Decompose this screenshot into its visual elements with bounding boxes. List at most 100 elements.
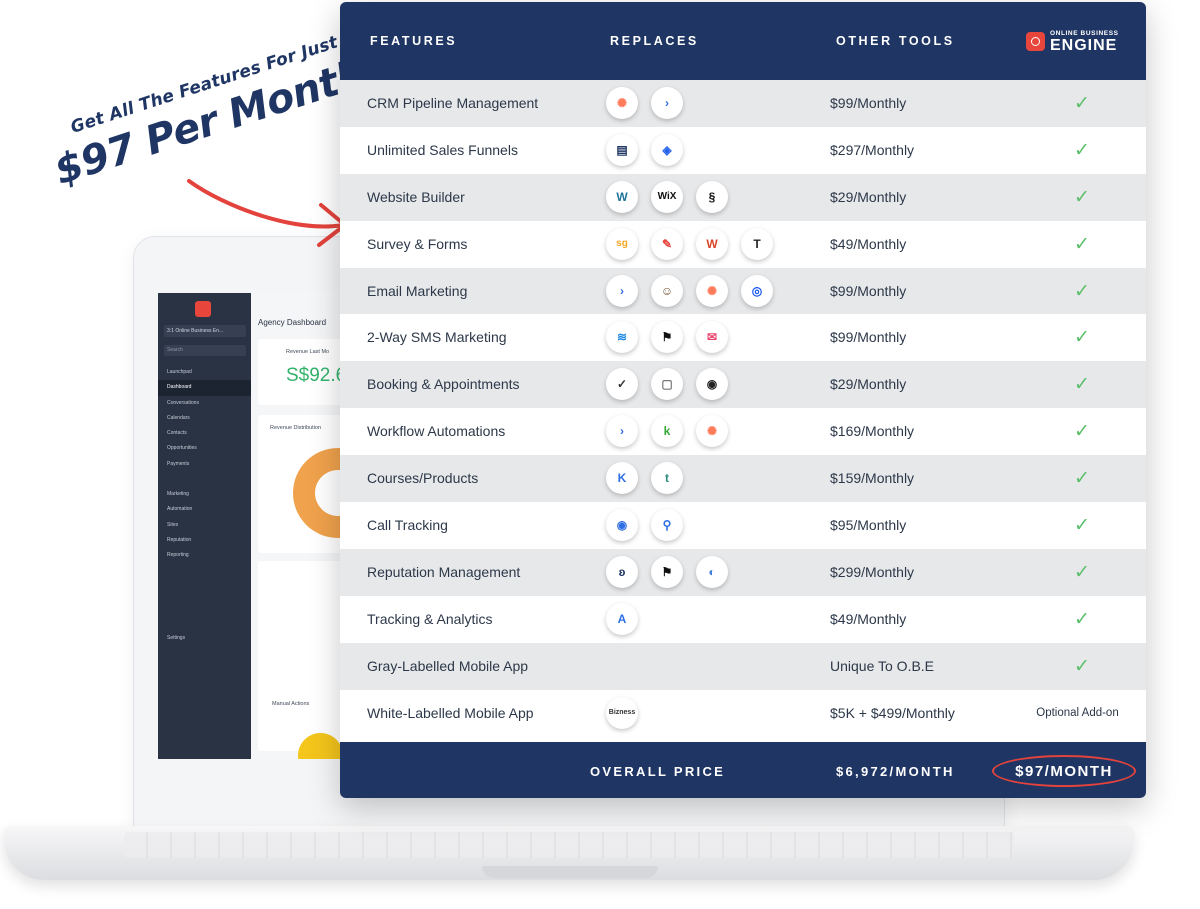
header-features: FEATURES xyxy=(370,34,458,48)
sidebar-item-opportunities[interactable]: Opportunities xyxy=(158,441,251,456)
check-icon: ✓ xyxy=(1074,421,1090,443)
table-row: Website Builder W WiX § $29/Monthly ✓ xyxy=(340,173,1146,221)
check-icon: ✓ xyxy=(1074,468,1090,490)
pen-icon: ✎ xyxy=(651,227,683,260)
other-tools-price: $49/Monthly xyxy=(830,235,907,252)
table-body: CRM Pipeline Management ✺ › $99/Monthly ✓ Unl… xyxy=(340,80,1146,737)
replaced-tools: ≋ ⚑ ✉ xyxy=(606,321,728,354)
table-header: FEATURES REPLACES OTHER TOOLS ONLINE BUS… xyxy=(340,2,1146,80)
table-row: Gray-Labelled Mobile App Unique To O.B.E ✓ xyxy=(340,642,1146,690)
revenue-label: Revenue Last Mo xyxy=(286,349,330,355)
manual-actions-label: Manual Actions xyxy=(272,701,310,707)
sidebar-item-sites[interactable]: Sites xyxy=(158,518,251,533)
sidebar-item-calendars[interactable]: Calendars xyxy=(158,411,251,426)
check-icon: ✓ xyxy=(1074,655,1090,677)
other-tools-price: $99/Monthly xyxy=(830,282,907,299)
sidebar-item-launchpad[interactable]: Launchpad xyxy=(158,365,251,380)
flag-icon: ⚑ xyxy=(651,555,683,588)
table-row: Workflow Automations › k ✺ $169/Monthly ✓ xyxy=(340,408,1146,456)
laptop-base xyxy=(4,826,1134,880)
table-row: Survey & Forms sg ✎ W T $49/Monthly ✓ xyxy=(340,220,1146,268)
table-row: White-Labelled Mobile App Bizness $5K + $4… xyxy=(340,689,1146,737)
squarespace-icon: § xyxy=(696,180,728,213)
other-tools-price: $29/Monthly xyxy=(830,376,907,393)
check-icon: ✓ xyxy=(1074,186,1090,208)
replaced-tools: ◉ ⚲ xyxy=(606,509,683,542)
replaced-tools: ✓ ▢ ◉ xyxy=(606,368,728,401)
sidebar-item-settings[interactable]: Settings xyxy=(167,635,185,641)
obe-price: $97/MONTH xyxy=(1015,763,1113,780)
location-pin-icon: ⚲ xyxy=(651,509,683,542)
other-tools-price: $5K + $499/Monthly xyxy=(830,704,955,721)
brand-small-text: ONLINE BUSINESS xyxy=(1050,30,1119,37)
activecampaign-icon: › xyxy=(606,274,638,307)
activecampaign-icon: › xyxy=(651,87,683,119)
check-icon: ✓ xyxy=(1074,374,1090,396)
waves-icon: ≋ xyxy=(606,321,638,354)
check-icon: ✓ xyxy=(1074,280,1090,302)
replaced-tools: Kt xyxy=(606,462,683,495)
sidebar-search-input[interactable]: Search xyxy=(164,345,246,356)
check-icon: ✓ xyxy=(1074,561,1090,583)
sidebar-item-reporting[interactable]: Reporting xyxy=(158,548,251,563)
other-tools-price: $95/Monthly xyxy=(830,517,907,534)
constantcontact-icon: ◎ xyxy=(741,274,773,307)
check-icon: ✓ xyxy=(1074,233,1090,255)
mailchimp-icon: ☺ xyxy=(651,274,683,307)
check-icon: ✓ xyxy=(1074,139,1090,161)
feature-name: Reputation Management xyxy=(367,563,521,580)
replaced-tools: ʚ ⚑ ◐ xyxy=(606,555,728,589)
feature-name: Booking & Appointments xyxy=(367,376,520,393)
hubspot-icon: ✺ xyxy=(606,87,638,119)
app-logo xyxy=(195,301,211,317)
feature-name: 2-Way SMS Marketing xyxy=(367,329,507,346)
replaced-tools: sg ✎ W T xyxy=(606,227,773,261)
sidebar-item-marketing[interactable]: Marketing xyxy=(158,487,251,502)
laptop-notch xyxy=(482,866,658,878)
sidebar-item-conversations[interactable]: Conversations xyxy=(158,396,251,411)
obe-price-circled: $97/MONTH xyxy=(992,755,1136,787)
table-row: Courses/Products Kt $159/Monthly ✓ xyxy=(340,455,1146,503)
feature-name: CRM Pipeline Management xyxy=(367,95,539,111)
replaced-tools: › k ✺ xyxy=(606,415,728,448)
activecampaign-icon: › xyxy=(606,415,638,448)
check-icon: ✓ xyxy=(1074,327,1090,349)
birdeye-icon: ʚ xyxy=(606,555,638,588)
swirl-icon: ◐ xyxy=(696,555,728,588)
table-row: Email Marketing › ☺ ✺ ◎ $99/Monthly ✓ xyxy=(340,267,1146,315)
sidebar-item-contacts[interactable]: Contacts xyxy=(158,426,251,441)
sidebar-item-automation[interactable]: Automation xyxy=(158,502,251,517)
sidebar-item-payments[interactable]: Payments xyxy=(158,457,251,472)
table-row: Reputation Management ʚ ⚑ ◐ $299/Monthly ✓ xyxy=(340,548,1146,596)
feature-name: Email Marketing xyxy=(367,282,468,299)
table-row: Call Tracking ◉ ⚲ $95/Monthly ✓ xyxy=(340,502,1146,549)
sidebar-item-dashboard[interactable]: Dashboard xyxy=(158,380,251,396)
dashboard-title: Agency Dashboard xyxy=(258,318,327,327)
overall-price-label: OVERALL PRICE xyxy=(590,764,726,779)
table-row: Tracking & Analytics A $49/Monthly ✓ xyxy=(340,595,1146,643)
other-tools-price: $99/Monthly xyxy=(830,329,907,346)
other-tools-price: $29/Monthly xyxy=(830,188,907,205)
flag-icon: ⚑ xyxy=(651,321,683,354)
feature-name: Gray-Labelled Mobile App xyxy=(367,657,529,674)
calendar-icon: ▢ xyxy=(651,368,683,401)
replaced-tools: Bizness xyxy=(606,696,638,730)
feature-name: Courses/Products xyxy=(367,470,479,487)
feature-name: Call Tracking xyxy=(367,517,448,534)
table-row: Unlimited Sales Funnels ▤ ◈ $297/Monthly ✓ xyxy=(340,126,1146,174)
replaced-tools: ▤ ◈ xyxy=(606,133,683,167)
account-switcher[interactable]: 3:1 Online Business En... xyxy=(164,325,246,337)
clickfunnels-icon: ▤ xyxy=(606,133,638,166)
analytics-icon: A xyxy=(606,602,638,635)
callrail-icon: ◉ xyxy=(606,509,638,542)
layers-icon: ◈ xyxy=(651,133,683,166)
other-tools-price: $159/Monthly xyxy=(830,470,915,487)
header-replaces: REPLACES xyxy=(610,34,699,48)
comparison-table: FEATURES REPLACES OTHER TOOLS ONLINE BUS… xyxy=(340,2,1146,798)
table-footer: OVERALL PRICE $6,972/MONTH $97/MONTH xyxy=(340,742,1146,798)
header-other-tools: OTHER TOOLS xyxy=(836,34,955,48)
sidebar-item-reputation[interactable]: Reputation xyxy=(158,533,251,548)
acuity-icon: ◉ xyxy=(696,368,728,401)
typeform-icon: T xyxy=(741,227,773,260)
other-tools-price: $169/Monthly xyxy=(830,423,915,440)
